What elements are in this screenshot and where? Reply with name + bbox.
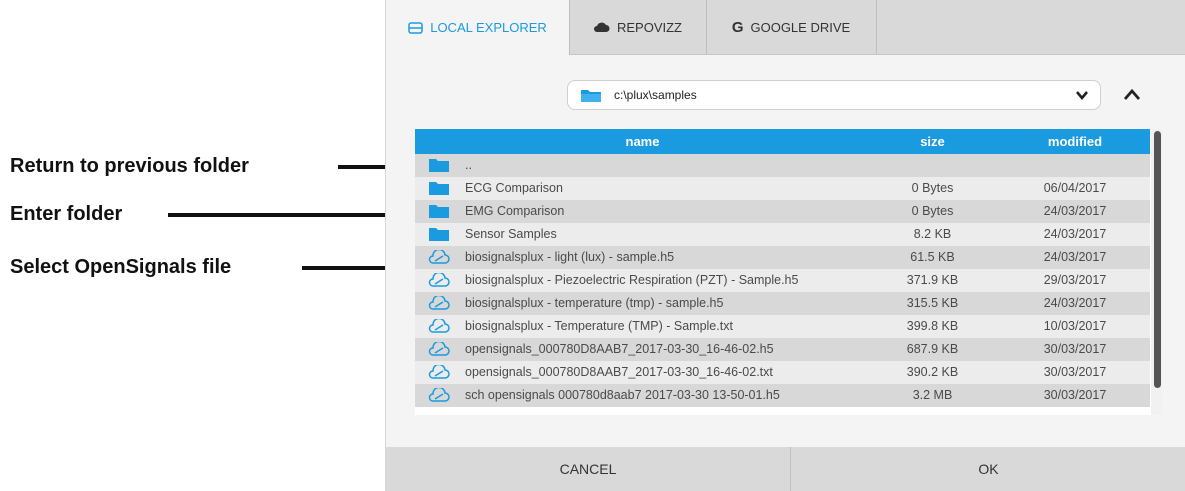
file-name: biosignalsplux - Piezoelectric Respirati… xyxy=(465,273,799,287)
file-modified: 30/03/2017 xyxy=(1043,365,1107,379)
folder-icon xyxy=(428,158,450,173)
file-row[interactable]: opensignals_000780D8AAB7_2017-03-30_16-4… xyxy=(415,338,1150,361)
folder-icon xyxy=(580,88,602,103)
chevron-up-icon[interactable] xyxy=(1122,88,1142,107)
file-row[interactable]: biosignalsplux - temperature (tmp) - sam… xyxy=(415,292,1150,315)
scrollbar-thumb[interactable] xyxy=(1154,131,1161,388)
file-name: biosignalsplux - temperature (tmp) - sam… xyxy=(465,296,724,310)
annotation-return-previous-folder: Return to previous folder xyxy=(10,155,249,177)
annotation-select-opensignals-file: Select OpenSignals file xyxy=(10,256,232,278)
file-name: sch opensignals 000780d8aab7 2017-03-30 … xyxy=(465,388,780,402)
file-name: biosignalsplux - Temperature (TMP) - Sam… xyxy=(465,319,733,333)
folder-row[interactable]: .. xyxy=(415,154,1150,177)
tab-google-drive[interactable]: G GOOGLE DRIVE xyxy=(706,0,877,54)
file-modified: 30/03/2017 xyxy=(1043,342,1107,356)
column-header-modified[interactable]: modified xyxy=(1000,129,1150,154)
cloud-file-icon xyxy=(428,317,450,334)
file-browser-dialog: LOCAL EXPLORER REPOVIZZ G GOOGLE DRIVE c… xyxy=(385,0,1185,491)
chevron-down-icon[interactable] xyxy=(1074,88,1090,107)
file-name: biosignalsplux - light (lux) - sample.h5 xyxy=(465,250,675,264)
file-size: 399.8 KB xyxy=(906,319,959,333)
file-name: Sensor Samples xyxy=(465,227,557,241)
source-tabs: LOCAL EXPLORER REPOVIZZ G GOOGLE DRIVE xyxy=(386,0,1185,55)
tab-repovizz-label: REPOVIZZ xyxy=(616,19,682,35)
file-size: 315.5 KB xyxy=(906,296,959,310)
file-size: 8.2 KB xyxy=(913,227,952,241)
file-size: 61.5 KB xyxy=(910,250,955,264)
dialog-footer: CANCEL OK xyxy=(386,447,1185,491)
file-size: 371.9 KB xyxy=(906,273,959,287)
annotation-enter-folder: Enter folder xyxy=(10,203,123,225)
folder-row[interactable]: Sensor Samples 8.2 KB 24/03/2017 xyxy=(415,223,1150,246)
table-header: name size modified xyxy=(415,129,1150,154)
file-size: 0 Bytes xyxy=(911,204,954,218)
tab-google-drive-label: GOOGLE DRIVE xyxy=(750,19,851,35)
file-row[interactable]: sch opensignals 000780d8aab7 2017-03-30 … xyxy=(415,384,1150,407)
file-modified: 24/03/2017 xyxy=(1043,204,1107,218)
file-name: opensignals_000780D8AAB7_2017-03-30_16-4… xyxy=(465,365,773,379)
tab-repovizz[interactable]: REPOVIZZ xyxy=(569,0,707,54)
cloud-file-icon xyxy=(428,271,450,288)
path-value: c:\plux\samples xyxy=(614,88,697,102)
file-size: 687.9 KB xyxy=(906,342,959,356)
cloud-file-icon xyxy=(428,386,450,403)
file-modified: 24/03/2017 xyxy=(1043,227,1107,241)
folder-row[interactable]: ECG Comparison 0 Bytes 06/04/2017 xyxy=(415,177,1150,200)
file-modified: 24/03/2017 xyxy=(1043,250,1107,264)
folder-icon xyxy=(428,227,450,242)
file-name: ECG Comparison xyxy=(465,181,563,195)
file-size: 0 Bytes xyxy=(911,181,954,195)
file-modified: 29/03/2017 xyxy=(1043,273,1107,287)
file-row[interactable]: biosignalsplux - Piezoelectric Respirati… xyxy=(415,269,1150,292)
file-modified: 10/03/2017 xyxy=(1043,319,1107,333)
tab-local-explorer-label: LOCAL EXPLORER xyxy=(430,20,547,35)
path-dropdown[interactable]: c:\plux\samples xyxy=(567,80,1101,110)
folder-row[interactable]: EMG Comparison 0 Bytes 24/03/2017 xyxy=(415,200,1150,223)
file-modified: 24/03/2017 xyxy=(1043,296,1107,310)
file-table: name size modified .. ECG Comparison 0 Byt… xyxy=(415,129,1162,415)
file-modified: 30/03/2017 xyxy=(1043,388,1107,402)
cloud-file-icon xyxy=(428,340,450,357)
file-size: 390.2 KB xyxy=(906,365,959,379)
cloud-file-icon xyxy=(428,363,450,380)
file-row[interactable]: biosignalsplux - light (lux) - sample.h5… xyxy=(415,246,1150,269)
tab-local-explorer[interactable]: LOCAL EXPLORER xyxy=(386,0,570,55)
google-g-icon: G xyxy=(731,18,744,36)
cloud-icon xyxy=(593,22,610,33)
cloud-file-icon xyxy=(428,294,450,311)
cancel-button[interactable]: CANCEL xyxy=(386,447,791,491)
file-name: EMG Comparison xyxy=(465,204,565,218)
file-size: 3.2 MB xyxy=(912,388,953,402)
file-name: .. xyxy=(465,158,472,172)
column-header-name[interactable]: name xyxy=(415,129,870,154)
hard-drive-icon xyxy=(408,21,423,34)
file-row[interactable]: biosignalsplux - Temperature (TMP) - Sam… xyxy=(415,315,1150,338)
file-row[interactable]: opensignals_000780D8AAB7_2017-03-30_16-4… xyxy=(415,361,1150,384)
folder-icon xyxy=(428,204,450,219)
ok-button[interactable]: OK xyxy=(791,447,1185,491)
file-name: opensignals_000780D8AAB7_2017-03-30_16-4… xyxy=(465,342,774,356)
folder-icon xyxy=(428,181,450,196)
annotation-line-enter xyxy=(168,213,408,217)
cloud-file-icon xyxy=(428,248,450,265)
file-modified: 06/04/2017 xyxy=(1043,181,1107,195)
column-header-size[interactable]: size xyxy=(870,129,995,154)
